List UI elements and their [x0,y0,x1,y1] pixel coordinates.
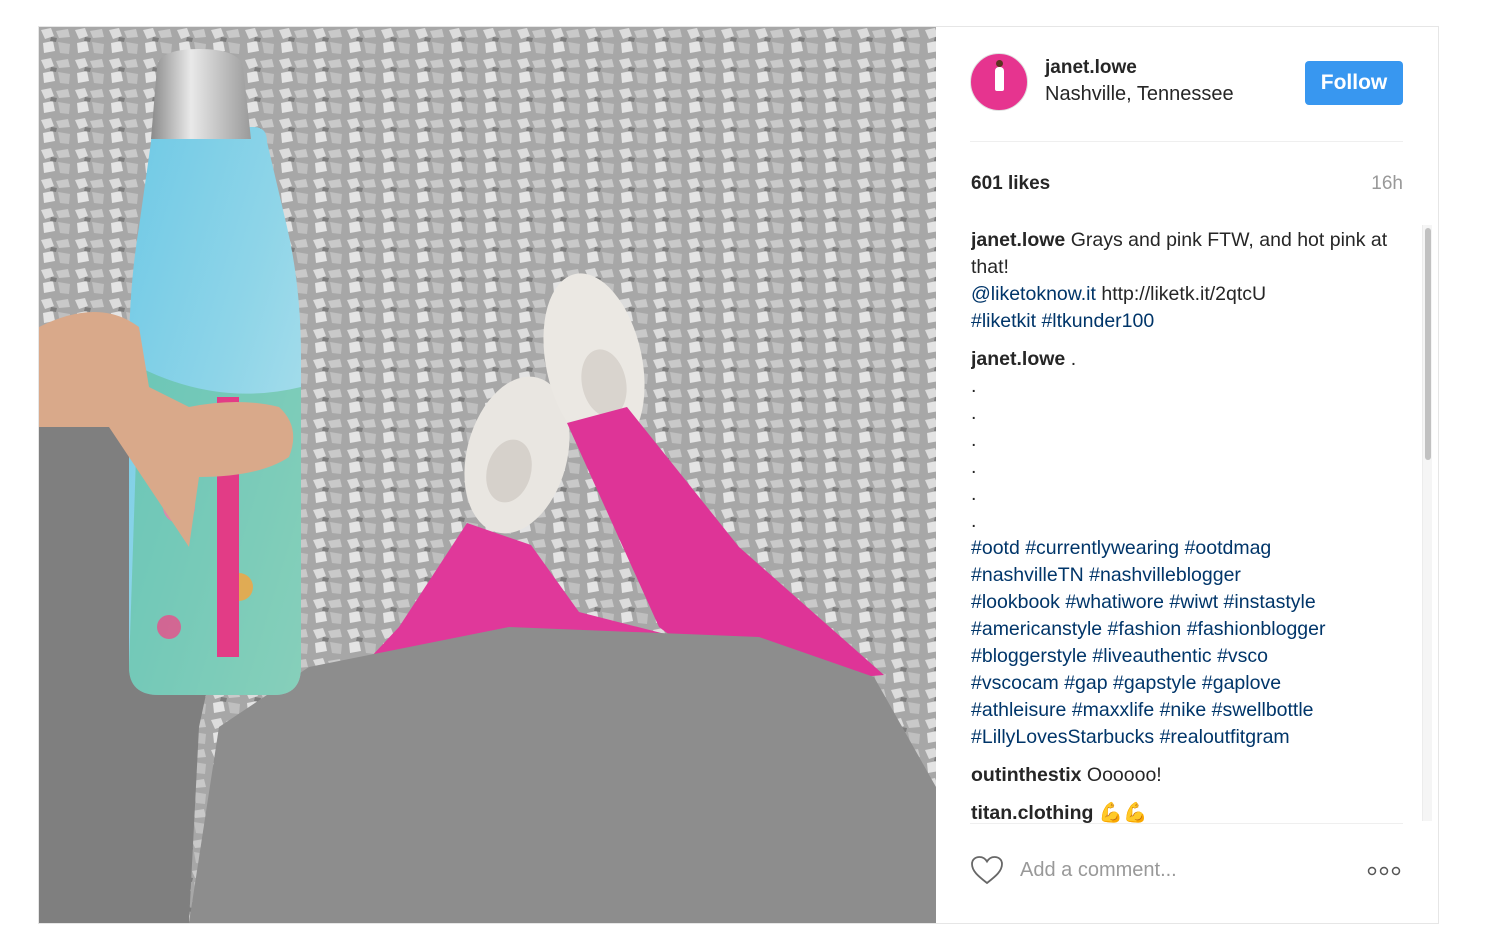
caption: janet.lowe Grays and pink FTW, and hot p… [971,227,1411,335]
more-options-icon[interactable] [1364,859,1404,883]
hashtag-line[interactable]: #lookbook #whatiwore #wiwt #instastyle [971,589,1411,616]
hashtag-line[interactable]: #vscocam #gap #gapstyle #gaplove [971,670,1411,697]
comment-username[interactable]: janet.lowe [971,348,1065,370]
comment-item: janet.lowe . . . . . . . #ootd #currentl… [971,346,1411,751]
avatar-figure [995,67,1004,91]
dot-line: . [971,483,977,505]
avatar-head [996,60,1003,67]
post-timestamp[interactable]: 16h [1371,173,1403,195]
dot-line: . [971,375,977,397]
photo-illustration [39,27,936,923]
caption-username[interactable]: janet.lowe [971,229,1065,251]
comment-item: outinthestix Oooooo! [971,762,1411,789]
heart-icon[interactable] [970,855,1004,885]
comment-username[interactable]: titan.clothing [971,802,1093,823]
post-footer [936,823,1438,923]
hashtag-line[interactable]: #bloggerstyle #liveauthentic #vsco [971,643,1411,670]
dot-line: . [971,510,977,532]
scrollbar-thumb[interactable] [1425,228,1431,460]
mention-link[interactable]: @liketoknow.it [971,283,1096,305]
dot-line: . [971,402,977,424]
comment-username[interactable]: outinthestix [971,764,1082,786]
comment-text: Oooooo! [1081,764,1162,786]
caption-url[interactable]: http://liketk.it/2qtcU [1101,283,1266,305]
dot-line: . [971,429,977,451]
comments-list[interactable]: janet.lowe Grays and pink FTW, and hot p… [971,227,1411,823]
comment-item: titan.clothing 💪💪 [971,800,1411,823]
instagram-post: janet.lowe Nashville, Tennessee Follow 6… [38,26,1439,924]
hashtag-line[interactable]: #nashvilleTN #nashvilleblogger [971,562,1411,589]
dot-line: . [971,456,977,478]
comment-text: 💪💪 [1093,802,1148,823]
post-photo[interactable] [39,27,936,923]
comment-text: . [1065,348,1077,370]
likes-count[interactable]: 601 likes [971,173,1050,195]
hashtag-line[interactable]: #LillyLovesStarbucks #realoutfitgram [971,724,1411,751]
follow-button[interactable]: Follow [1305,61,1403,105]
avatar[interactable] [970,53,1028,111]
username-link[interactable]: janet.lowe [1045,57,1137,79]
hashtag-line[interactable]: #athleisure #maxxlife #nike #swellbottle [971,697,1411,724]
caption-hashtags[interactable]: #liketkit #ltkunder100 [971,310,1154,332]
add-comment-input[interactable] [1020,853,1340,887]
location-link[interactable]: Nashville, Tennessee [1045,83,1234,106]
hashtag-line[interactable]: #americanstyle #fashion #fashionblogger [971,616,1411,643]
comment-dots: . . . . . . [971,373,1411,535]
post-header: janet.lowe Nashville, Tennessee Follow [936,27,1438,141]
post-sidebar: janet.lowe Nashville, Tennessee Follow 6… [936,27,1438,923]
hashtag-line[interactable]: #ootd #currentlywearing #ootdmag [971,535,1411,562]
header-divider [970,141,1403,142]
comments-scrollbar[interactable] [1422,225,1432,821]
